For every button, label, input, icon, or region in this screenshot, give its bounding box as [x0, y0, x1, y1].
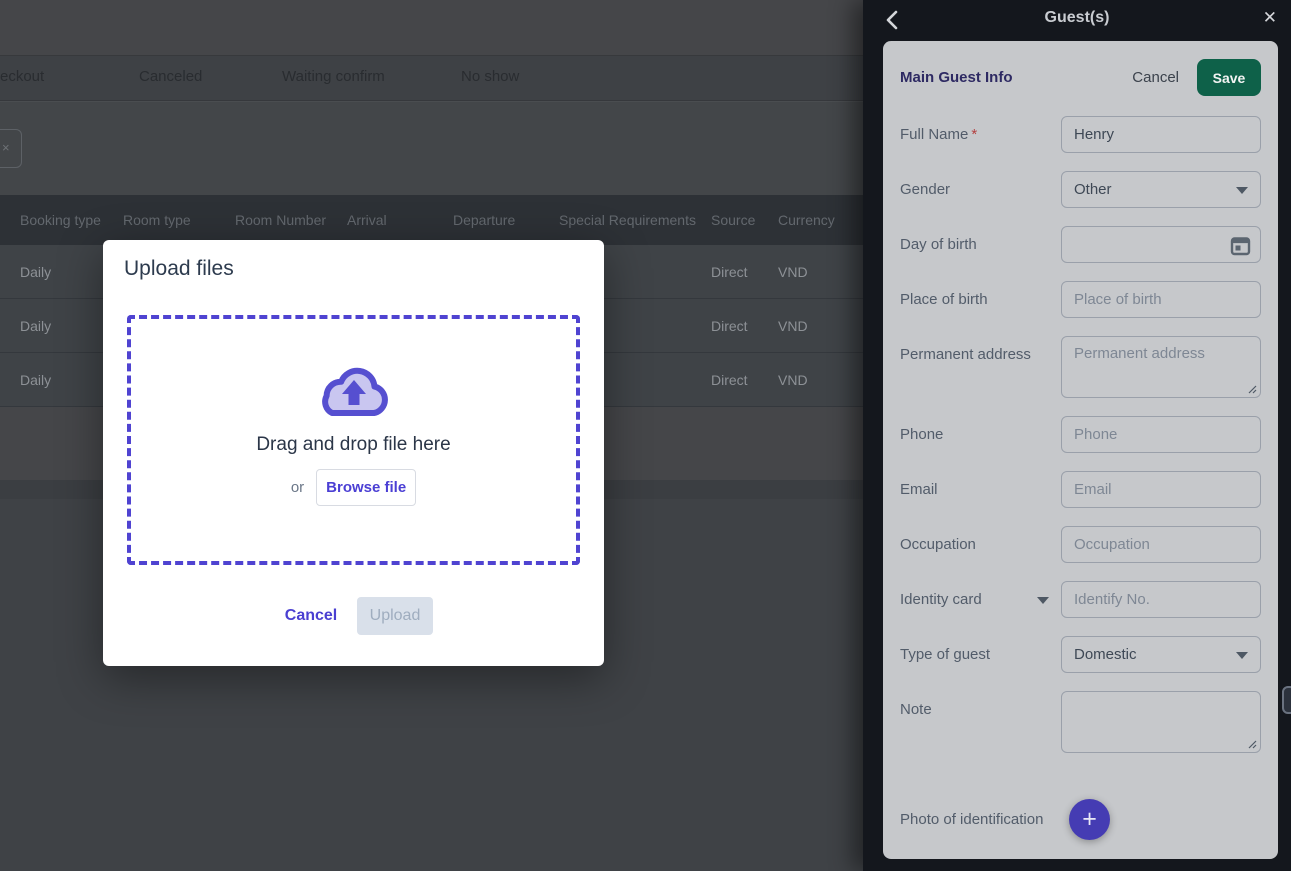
calendar-icon[interactable] — [1230, 235, 1251, 256]
plus-icon: + — [1082, 805, 1097, 833]
tab-no-show[interactable]: No show — [461, 68, 519, 85]
table-cell: Direct — [711, 372, 778, 388]
field-label-permanent-address: Permanent address — [900, 336, 1061, 398]
upload-button[interactable]: Upload — [357, 597, 433, 635]
column-header-room-number: Room Number — [235, 212, 347, 228]
table-cell: Direct — [711, 264, 778, 280]
required-asterisk: * — [971, 126, 977, 143]
photo-of-identification-label: Photo of identification — [900, 799, 1061, 840]
or-text: or — [291, 479, 304, 496]
field-label-occupation: Occupation — [900, 526, 1061, 563]
close-icon[interactable]: ✕ — [1263, 8, 1277, 28]
column-header-departure: Departure — [453, 212, 559, 228]
tab-waiting-confirm[interactable]: Waiting confirm — [282, 68, 385, 85]
chevron-down-icon — [1037, 597, 1049, 604]
full-name-input[interactable]: Henry — [1061, 116, 1261, 153]
form-row-note: Note — [900, 691, 1261, 753]
column-header-arrival: Arrival — [347, 212, 453, 228]
filter-chip[interactable]: × — [0, 129, 22, 168]
place-of-birth-input[interactable]: Place of birth — [1061, 281, 1261, 318]
guest-form: Full Name* Henry Gender Other Day of birth Pl… — [900, 116, 1261, 753]
day-of-birth-input[interactable] — [1061, 226, 1261, 263]
field-value: Henry — [1074, 126, 1114, 143]
resize-handle-icon[interactable] — [1247, 384, 1257, 394]
field-label-note: Note — [900, 691, 1061, 753]
scrollbar-thumb[interactable] — [1282, 686, 1291, 714]
note-input[interactable] — [1061, 691, 1261, 753]
type-of-guest-select[interactable]: Domestic — [1061, 636, 1261, 673]
field-label-full-name: Full Name* — [900, 116, 1061, 153]
form-row-phone: Phone Phone — [900, 416, 1261, 453]
field-label-type-of-guest: Type of guest — [900, 636, 1061, 673]
drag-drop-text: Drag and drop file here — [131, 434, 576, 456]
field-label-email: Email — [900, 471, 1061, 508]
main-guest-card: Main Guest Info Cancel Save Full Name* He… — [883, 41, 1278, 859]
gender-select[interactable]: Other — [1061, 171, 1261, 208]
form-row-email: Email Email — [900, 471, 1261, 508]
field-value: Domestic — [1074, 646, 1137, 663]
photo-row: Photo of identification + — [900, 799, 1261, 840]
field-placeholder: Identify No. — [1074, 591, 1150, 608]
phone-input[interactable]: Phone — [1061, 416, 1261, 453]
drawer-header: Guest(s) ✕ — [863, 0, 1291, 41]
card-title: Main Guest Info — [900, 69, 1132, 86]
field-placeholder: Place of birth — [1074, 291, 1162, 308]
field-label-identity-card[interactable]: Identity card — [900, 581, 1061, 618]
field-label-gender: Gender — [900, 171, 1061, 208]
chevron-down-icon — [1236, 652, 1248, 659]
column-header-special-requirements: Special Requirements — [559, 212, 711, 228]
column-header-room-type: Room type — [123, 212, 235, 228]
cloud-upload-icon — [317, 363, 391, 419]
form-row-identity-card: Identity card Identify No. — [900, 581, 1261, 618]
table-cell: Direct — [711, 318, 778, 334]
column-header-source: Source — [711, 212, 778, 228]
field-label-day-of-birth: Day of birth — [900, 226, 1061, 263]
column-header-booking-type: Booking type — [20, 212, 123, 228]
tab-eckout[interactable]: eckout — [0, 68, 44, 85]
modal-title: Upload files — [124, 257, 234, 281]
save-button[interactable]: Save — [1197, 59, 1261, 96]
drawer-title: Guest(s) — [863, 9, 1291, 27]
identity-card-input[interactable]: Identify No. — [1061, 581, 1261, 618]
field-placeholder: Phone — [1074, 426, 1117, 443]
form-row-place-of-birth: Place of birth Place of birth — [900, 281, 1261, 318]
add-photo-button[interactable]: + — [1069, 799, 1110, 840]
field-value: Other — [1074, 181, 1112, 198]
field-label-phone: Phone — [900, 416, 1061, 453]
field-placeholder: Permanent address — [1074, 345, 1205, 362]
field-placeholder: Email — [1074, 481, 1112, 498]
form-row-permanent-address: Permanent address Permanent address — [900, 336, 1261, 398]
close-icon[interactable]: × — [2, 140, 10, 155]
cancel-button[interactable]: Cancel — [1132, 69, 1179, 86]
form-row-type-of-guest: Type of guest Domestic — [900, 636, 1261, 673]
upload-modal: Upload files Drag and drop file here or … — [103, 240, 604, 666]
form-row-gender: Gender Other — [900, 171, 1261, 208]
field-placeholder: Occupation — [1074, 536, 1150, 553]
email-input[interactable]: Email — [1061, 471, 1261, 508]
guest-drawer: Guest(s) ✕ Main Guest Info Cancel Save F… — [863, 0, 1291, 871]
form-row-full-name: Full Name* Henry — [900, 116, 1261, 153]
occupation-input[interactable]: Occupation — [1061, 526, 1261, 563]
tab-canceled[interactable]: Canceled — [139, 68, 202, 85]
browse-file-button[interactable]: Browse file — [316, 469, 416, 506]
chevron-down-icon — [1236, 187, 1248, 194]
form-row-occupation: Occupation Occupation — [900, 526, 1261, 563]
file-dropzone[interactable]: Drag and drop file here or Browse file — [127, 315, 580, 565]
field-label-place-of-birth: Place of birth — [900, 281, 1061, 318]
card-header: Main Guest Info Cancel Save — [900, 41, 1261, 96]
form-row-day-of-birth: Day of birth — [900, 226, 1261, 263]
resize-handle-icon[interactable] — [1247, 739, 1257, 749]
modal-cancel-button[interactable]: Cancel — [281, 607, 341, 625]
permanent-address-input[interactable]: Permanent address — [1061, 336, 1261, 398]
screen: eckout Canceled Waiting confirm No show × B… — [0, 0, 1291, 871]
